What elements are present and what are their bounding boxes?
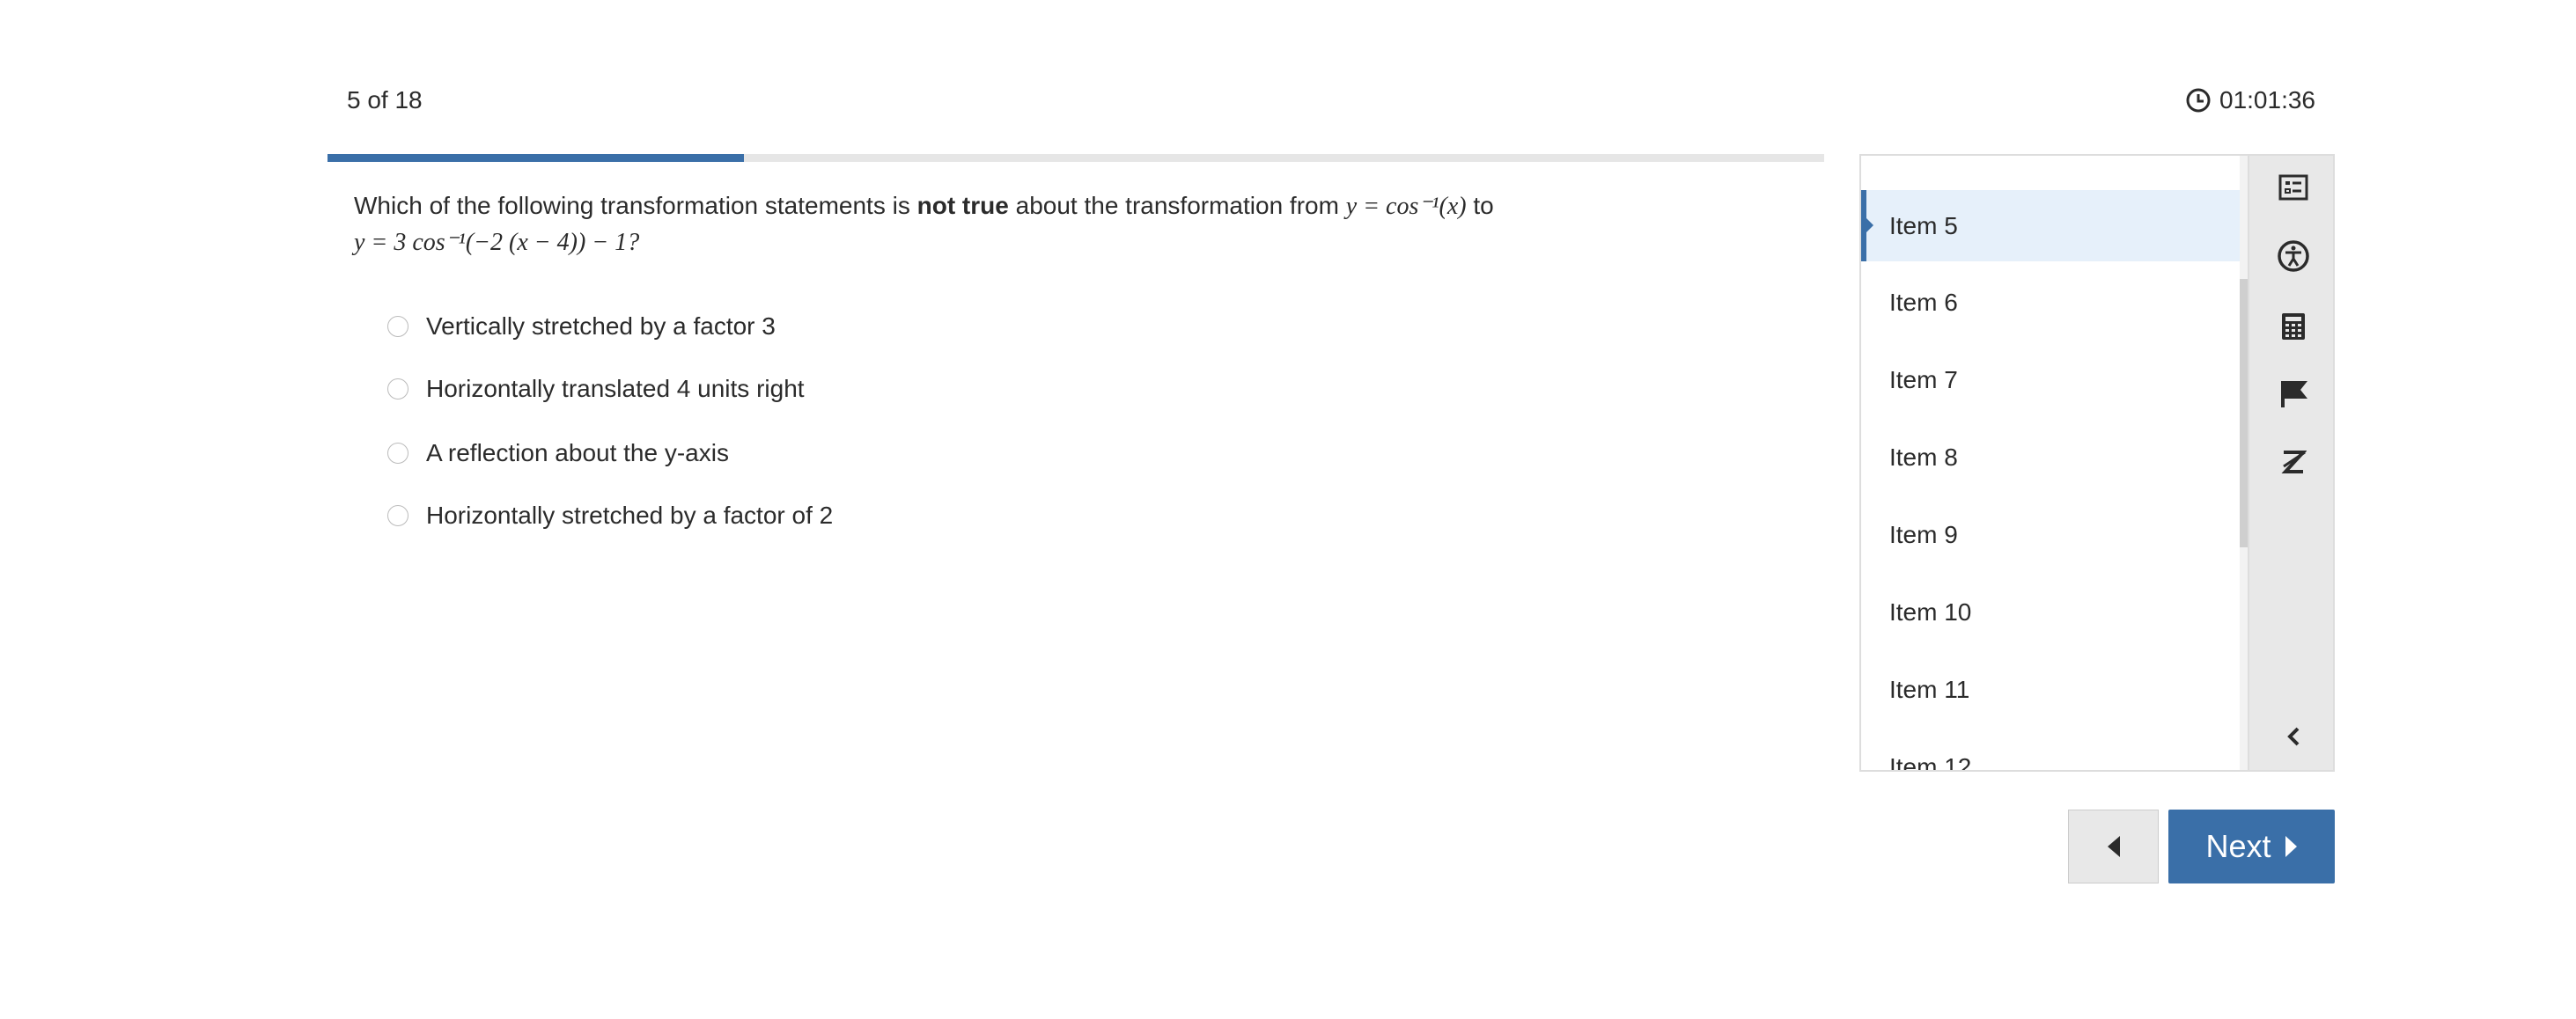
nav-item[interactable]: Item 4 bbox=[1861, 156, 2240, 180]
scrollbar[interactable] bbox=[2240, 154, 2248, 772]
next-label: Next bbox=[2205, 828, 2271, 864]
question-middle: about the transformation from bbox=[1008, 192, 1346, 219]
question-prefix: Which of the following transformation st… bbox=[354, 192, 917, 219]
answer-option[interactable]: Vertically stretched by a factor 3 bbox=[387, 312, 776, 341]
accessibility-icon[interactable] bbox=[2276, 238, 2311, 274]
option-label: Horizontally translated 4 units right bbox=[426, 375, 805, 402]
next-button[interactable]: Next bbox=[2168, 810, 2335, 883]
nav-item[interactable]: Item 9 bbox=[1861, 500, 2240, 570]
radio-button[interactable] bbox=[387, 505, 408, 526]
radio-button[interactable] bbox=[387, 443, 408, 464]
scrollbar-thumb[interactable] bbox=[2240, 279, 2248, 547]
question-suffix: to bbox=[1466, 192, 1494, 219]
timer-value: 01:01:36 bbox=[2219, 86, 2315, 114]
option-label: A reflection about the y-axis bbox=[426, 439, 729, 466]
question-counter: 5 of 18 bbox=[347, 86, 423, 114]
option-label: Vertically stretched by a factor 3 bbox=[426, 312, 776, 340]
item-list-icon[interactable] bbox=[2276, 170, 2311, 205]
answer-option[interactable]: Horizontally translated 4 units right bbox=[387, 375, 805, 403]
math-original: y = cos⁻¹(x) bbox=[1345, 193, 1467, 220]
question-text: Which of the following transformation st… bbox=[354, 188, 1586, 260]
nav-item[interactable]: Item 12 bbox=[1861, 732, 2240, 770]
collapse-chevron-icon[interactable] bbox=[2276, 719, 2311, 754]
previous-button[interactable] bbox=[2068, 810, 2159, 883]
nav-item[interactable]: Item 7 bbox=[1861, 345, 2240, 415]
nav-item[interactable]: Item 8 bbox=[1861, 422, 2240, 493]
no-highlight-icon[interactable] bbox=[2276, 444, 2311, 480]
question-emphasis: not true bbox=[916, 192, 1009, 219]
nav-item[interactable]: Item 11 bbox=[1861, 655, 2240, 725]
option-label: Horizontally stretched by a factor of 2 bbox=[426, 502, 834, 529]
caret-left-icon bbox=[2107, 836, 2120, 857]
answer-option[interactable]: A reflection about the y-axis bbox=[387, 439, 729, 467]
caret-right-icon bbox=[2285, 836, 2297, 857]
calculator-icon[interactable] bbox=[2276, 309, 2311, 344]
answer-option[interactable]: Horizontally stretched by a factor of 2 bbox=[387, 502, 833, 530]
flag-icon[interactable] bbox=[2276, 376, 2311, 411]
timer: 01:01:36 bbox=[2186, 86, 2315, 114]
radio-button[interactable] bbox=[387, 316, 408, 337]
item-navigator: Item 4 Item 5 Item 6 Item 7 Item 8 Item … bbox=[1859, 154, 2240, 772]
progress-bar bbox=[328, 154, 1824, 162]
nav-item-active[interactable]: Item 5 bbox=[1861, 190, 2240, 261]
nav-item[interactable]: Item 10 bbox=[1861, 577, 2240, 648]
progress-fill bbox=[328, 154, 744, 162]
math-transformed: y = 3 cos⁻¹(−2 (x − 4)) − 1? bbox=[354, 229, 640, 256]
tool-panel bbox=[2248, 154, 2335, 772]
nav-item[interactable]: Item 6 bbox=[1861, 268, 2240, 338]
radio-button[interactable] bbox=[387, 378, 408, 400]
clock-icon bbox=[2186, 88, 2211, 113]
